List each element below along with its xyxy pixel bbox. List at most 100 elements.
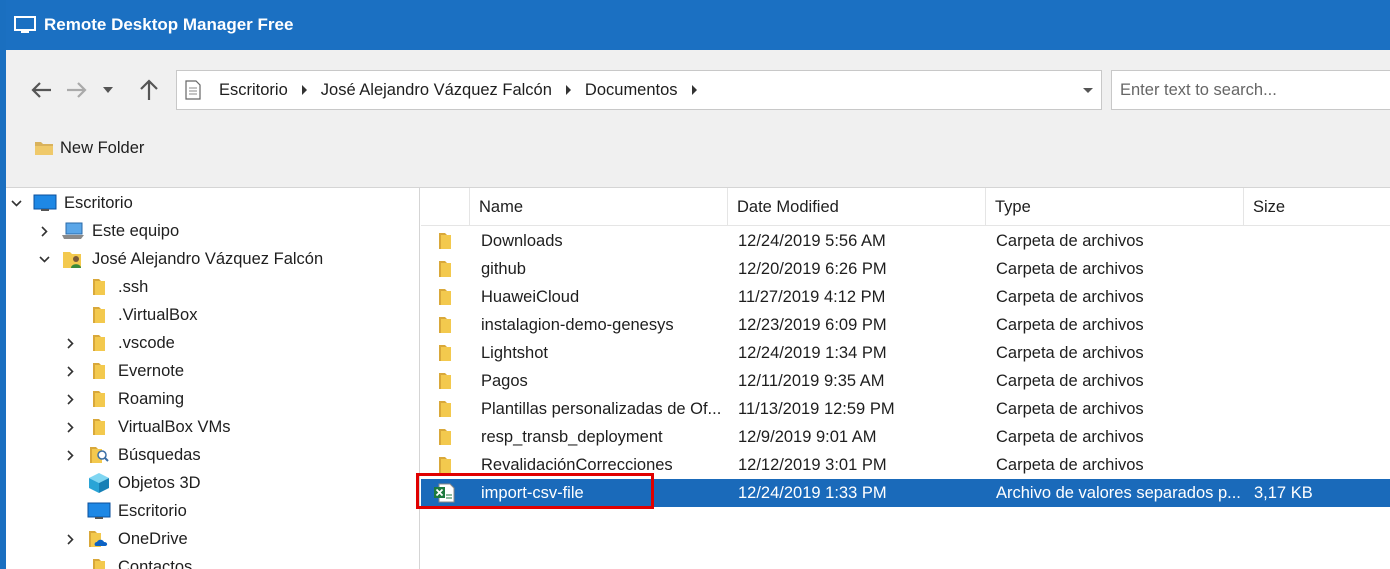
file-type: Carpeta de archivos xyxy=(996,427,1144,446)
search-input[interactable] xyxy=(1120,80,1390,100)
file-type: Carpeta de archivos xyxy=(996,231,1144,250)
tree-item[interactable]: .vscode xyxy=(64,329,175,357)
chevron-down-icon[interactable] xyxy=(10,197,22,209)
folder-icon xyxy=(86,389,112,409)
folder-icon xyxy=(421,316,470,334)
breadcrumb-item-user[interactable]: José Alejandro Vázquez Falcón xyxy=(321,81,552,100)
file-row-selected[interactable]: import-csv-file 12/24/2019 1:33 PM Archivo… xyxy=(416,473,1390,509)
file-type: Carpeta de archivos xyxy=(996,371,1144,390)
forward-button[interactable] xyxy=(62,78,92,102)
tree-item-label: VirtualBox VMs xyxy=(118,417,231,436)
column-name[interactable]: Name xyxy=(470,188,728,226)
file-row[interactable]: Pagos 12/11/2019 9:35 AM Carpeta de archiv… xyxy=(421,367,1390,395)
chevron-right-icon[interactable] xyxy=(64,365,76,377)
file-date-modified: 12/12/2019 3:01 PM xyxy=(738,455,887,474)
search-folder-icon xyxy=(86,445,112,465)
onedrive-icon xyxy=(86,529,112,549)
chevron-right-icon[interactable] xyxy=(38,225,50,237)
arrow-left-icon xyxy=(31,82,51,98)
file-type: Carpeta de archivos xyxy=(996,455,1144,474)
breadcrumb-separator-icon[interactable] xyxy=(301,85,307,95)
breadcrumb-item-escritorio[interactable]: Escritorio xyxy=(219,81,288,100)
file-row[interactable]: Plantillas personalizadas de Of... 11/13/… xyxy=(421,395,1390,423)
file-date-modified: 12/20/2019 6:26 PM xyxy=(738,259,887,278)
tree-item[interactable]: Este equipo xyxy=(38,217,179,245)
tree-item[interactable]: OneDrive xyxy=(64,525,188,553)
file-row[interactable]: HuaweiCloud 11/27/2019 4:12 PM Carpeta de … xyxy=(421,283,1390,311)
tree-item-label: .ssh xyxy=(118,277,149,296)
breadcrumb-separator-icon[interactable] xyxy=(691,85,697,95)
file-name: Plantillas personalizadas de Of... xyxy=(481,399,722,418)
file-type: Carpeta de archivos xyxy=(996,399,1144,418)
column-type[interactable]: Type xyxy=(986,188,1244,226)
file-date-modified: 12/24/2019 1:34 PM xyxy=(738,343,887,362)
computer-icon xyxy=(60,221,86,241)
tree-item[interactable]: .ssh xyxy=(64,273,148,301)
address-dropdown-icon[interactable] xyxy=(1083,88,1093,93)
address-bar[interactable]: Escritorio José Alejandro Vázquez Falcón… xyxy=(176,70,1102,110)
folder-icon xyxy=(86,305,112,325)
chevron-down-icon[interactable] xyxy=(38,253,50,265)
tree-item[interactable]: Evernote xyxy=(64,357,184,385)
tree-item[interactable]: Escritorio xyxy=(64,497,187,525)
3d-objects-icon xyxy=(86,473,112,493)
file-row[interactable]: RevalidaciónCorrecciones 12/12/2019 3:01 … xyxy=(421,451,1390,479)
file-name: Lightshot xyxy=(481,343,548,362)
tree-item-label: .VirtualBox xyxy=(118,305,198,324)
search-box[interactable] xyxy=(1111,70,1390,110)
tree-item-label: Evernote xyxy=(118,361,185,380)
file-row[interactable]: github 12/20/2019 6:26 PM Carpeta de archi… xyxy=(421,255,1390,283)
chevron-right-icon[interactable] xyxy=(64,449,76,461)
breadcrumb-item-documentos[interactable]: Documentos xyxy=(585,81,678,100)
desktop-icon xyxy=(32,193,58,213)
recent-locations-dropdown[interactable] xyxy=(100,78,116,102)
folder-icon xyxy=(421,232,470,250)
tree-item[interactable]: VirtualBox VMs xyxy=(64,413,231,441)
folder-tree: Escritorio Este equipo José Alejandro Vázq… xyxy=(6,188,420,569)
file-name: instalagion-demo-genesys xyxy=(481,315,674,334)
tree-item[interactable]: José Alejandro Vázquez Falcón xyxy=(38,245,323,273)
file-date-modified: 12/9/2019 9:01 AM xyxy=(738,427,877,446)
arrow-right-icon xyxy=(67,82,87,98)
chevron-right-icon[interactable] xyxy=(64,337,76,349)
file-browser-dialog: Remote Desktop Manager Free Escritorio J… xyxy=(6,0,1390,569)
file-type: Carpeta de archivos xyxy=(996,315,1144,334)
breadcrumb-separator-icon[interactable] xyxy=(565,85,571,95)
file-name: HuaweiCloud xyxy=(481,287,580,306)
file-date-modified: 12/23/2019 6:09 PM xyxy=(738,315,887,334)
tree-item[interactable]: Roaming xyxy=(64,385,184,413)
tree-item[interactable]: .VirtualBox xyxy=(64,301,198,329)
tree-item[interactable]: Objetos 3D xyxy=(64,469,201,497)
tree-item-label: José Alejandro Vázquez Falcón xyxy=(92,249,324,268)
column-size[interactable]: Size xyxy=(1244,188,1390,226)
file-type: Archivo de valores separados p... xyxy=(996,483,1241,502)
folder-icon xyxy=(86,417,112,437)
file-row[interactable]: resp_transb_deployment 12/9/2019 9:01 AM C… xyxy=(421,423,1390,451)
file-row[interactable]: Lightshot 12/24/2019 1:34 PM Carpeta de ar… xyxy=(421,339,1390,367)
folder-icon xyxy=(86,361,112,381)
file-row[interactable]: Downloads 12/24/2019 5:56 AM Carpeta de ar… xyxy=(421,227,1390,255)
chevron-right-icon[interactable] xyxy=(64,393,76,405)
content-area: Escritorio Este equipo José Alejandro Vázq… xyxy=(6,187,1390,569)
chevron-right-icon[interactable] xyxy=(64,421,76,433)
folder-icon xyxy=(421,428,470,446)
file-row[interactable]: instalagion-demo-genesys 12/23/2019 6:09 … xyxy=(421,311,1390,339)
desktop-icon xyxy=(86,501,112,521)
chevron-right-icon[interactable] xyxy=(64,533,76,545)
tree-item[interactable]: Contactos xyxy=(64,553,192,569)
up-button[interactable] xyxy=(134,78,164,102)
folder-icon xyxy=(421,400,470,418)
new-folder-button[interactable]: New Folder xyxy=(34,136,144,160)
column-date-modified[interactable]: Date Modified xyxy=(728,188,986,226)
back-button[interactable] xyxy=(26,78,56,102)
file-date-modified: 12/24/2019 5:56 AM xyxy=(738,231,886,250)
tree-item[interactable]: Búsquedas xyxy=(64,441,201,469)
arrow-up-icon xyxy=(140,79,158,100)
app-monitor-icon xyxy=(14,16,36,33)
tree-item[interactable]: Escritorio xyxy=(10,189,133,217)
breadcrumb: Escritorio José Alejandro Vázquez Falcón… xyxy=(219,81,711,100)
